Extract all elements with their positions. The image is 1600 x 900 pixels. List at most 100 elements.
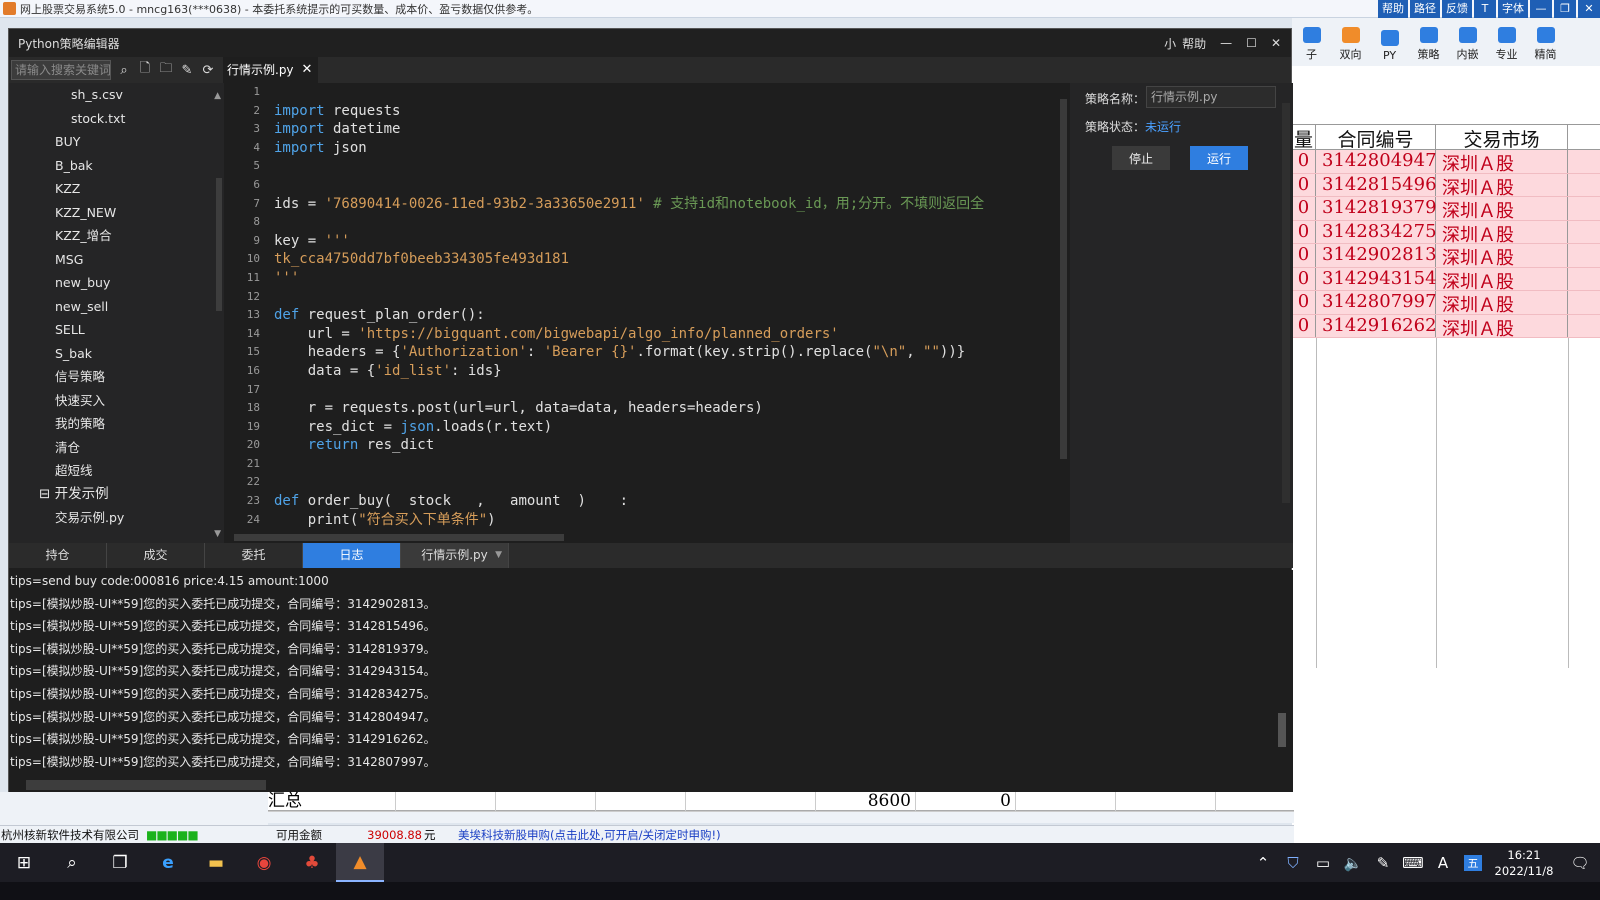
volume-icon[interactable]: 🔈 [1338, 854, 1368, 872]
folder-icon[interactable]: 🗀 [158, 61, 174, 78]
tree-item[interactable]: new_buy [9, 271, 224, 295]
tree-scrollbar[interactable] [216, 178, 222, 311]
toolbar-item-6[interactable]: 精简 [1526, 18, 1565, 66]
tree-item[interactable]: 我的策略 [9, 412, 224, 436]
run-button[interactable]: 运行 [1190, 146, 1248, 170]
code-text[interactable]: import requests import datetime import jso… [274, 83, 1056, 529]
log-output[interactable]: tips=send buy code:000816 price:4.15 amo… [9, 570, 1293, 792]
editor-maximize-icon[interactable]: ☐ [1246, 36, 1257, 50]
tree-item[interactable]: 超短线 [9, 459, 224, 483]
toolbar-item-1[interactable]: 双向 [1331, 18, 1370, 66]
network-icon[interactable]: ▭ [1308, 854, 1338, 872]
tree-item[interactable]: 清仓 [9, 436, 224, 460]
tab-log[interactable]: 日志 [303, 543, 401, 568]
log-vertical-scrollbar[interactable] [1277, 573, 1287, 778]
shield-icon[interactable]: ⛉ [1278, 854, 1308, 872]
toolbar-item-5[interactable]: 专业 [1487, 18, 1526, 66]
minimize-button[interactable]: — [1530, 0, 1552, 18]
tab-positions[interactable]: 持仓 [9, 543, 107, 568]
refresh-icon[interactable]: ⟳ [200, 62, 216, 78]
table-row[interactable]: 0 3142807997 深圳Ａ股 [1292, 291, 1600, 316]
table-row[interactable]: 0 3142902813 深圳Ａ股 [1292, 244, 1600, 269]
tree-item[interactable]: sh_s.csv [9, 83, 224, 107]
start-icon[interactable]: ⊞ [0, 843, 48, 882]
tree-item[interactable]: B_bak [9, 154, 224, 178]
tree-item[interactable]: 信号策略 [9, 365, 224, 389]
tree-item[interactable]: ⊟ 开发示例 [9, 483, 224, 507]
code-editor[interactable]: 1 2 3 4 5 6 7 8 9 10 11 12 13 14 15 16 17 18 19 20 21 22 23 24 … [224, 83, 1070, 543]
toolbar-item-2[interactable]: PY [1370, 18, 1409, 66]
clock[interactable]: 16:21 2022/11/8 [1488, 847, 1560, 879]
tree-item[interactable]: KZZ_增合 [9, 224, 224, 248]
keyboard-icon[interactable]: ⌨ [1398, 854, 1428, 872]
column-header-qty[interactable]: 量 [1292, 125, 1316, 151]
table-row[interactable]: 0 3142916262 深圳Ａ股 [1292, 314, 1600, 340]
pin-button[interactable]: T [1474, 0, 1496, 18]
code-horizontal-scrollbar[interactable] [224, 532, 1044, 543]
toolbar-item-4[interactable]: 内嵌 [1448, 18, 1487, 66]
trading-app-icon[interactable]: ♣ [288, 843, 336, 882]
pen-icon[interactable]: ✎ [1368, 854, 1398, 872]
search-taskbar-icon[interactable]: ⌕ [48, 843, 96, 882]
table-row[interactable]: 0 3142804947 深圳Ａ股 [1292, 150, 1600, 175]
close-button[interactable]: ✕ [1578, 0, 1600, 18]
toolbar-item-icon [1302, 27, 1321, 43]
tree-item[interactable]: SELL [9, 318, 224, 342]
file-dropdown[interactable]: 行情示例.py ▼ [401, 543, 509, 568]
table-row[interactable]: 0 3142815496 深圳Ａ股 [1292, 173, 1600, 199]
code-token: ''' [274, 269, 300, 286]
table-row[interactable]: 0 3142834275 深圳Ａ股 [1292, 220, 1600, 246]
editor-help-button[interactable]: 帮助 [1182, 35, 1206, 52]
strategy-name-field[interactable]: 行情示例.py [1146, 86, 1276, 108]
code-vertical-scrollbar[interactable] [1058, 83, 1068, 543]
tab-orders[interactable]: 委托 [205, 543, 303, 568]
path-button[interactable]: 路径 [1410, 0, 1440, 18]
small-button[interactable]: 小 [1164, 35, 1176, 52]
tree-item[interactable]: KZZ [9, 177, 224, 201]
strategy-scrollbar[interactable] [1281, 83, 1291, 543]
restore-button[interactable]: ❐ [1554, 0, 1576, 18]
file-explorer-icon[interactable]: ▬ [192, 843, 240, 882]
stock-trading-icon[interactable]: ▲ [336, 843, 384, 882]
tree-scroll-up-icon[interactable]: ▲ [214, 91, 221, 101]
chrome-icon[interactable]: ◉ [240, 843, 288, 882]
ipo-notice-link[interactable]: 美埃科技新股申购(点击此处,可开启/关闭定时申购!) [458, 827, 721, 843]
tree-item[interactable]: stock.txt [9, 107, 224, 131]
table-row[interactable]: 0 3142943154 深圳Ａ股 [1292, 267, 1600, 293]
tree-item[interactable]: BUY [9, 130, 224, 154]
ime-mode[interactable]: A [1428, 854, 1458, 872]
new-file-icon[interactable]: 🗋 [137, 61, 153, 78]
code-token: , [906, 344, 924, 361]
stop-button[interactable]: 停止 [1112, 146, 1170, 170]
tree-item[interactable]: MSG [9, 248, 224, 272]
toolbar-item-3[interactable]: 策略 [1409, 18, 1448, 66]
chevron-up-icon[interactable]: ⌃ [1248, 854, 1278, 872]
log-horizontal-scrollbar[interactable] [9, 777, 1279, 791]
editor-close-icon[interactable]: ✕ [1271, 36, 1281, 50]
tree-item[interactable]: new_sell [9, 295, 224, 319]
summary-horizontal-scrollbar[interactable] [268, 811, 1294, 823]
column-header-market[interactable]: 交易市场 [1436, 125, 1568, 151]
tree-scroll-down-icon[interactable]: ▼ [214, 529, 221, 539]
ime-indicator[interactable]: 五 [1464, 854, 1482, 871]
tree-item[interactable]: 快速买入 [9, 389, 224, 413]
toolbar-item-0[interactable]: 子 [1292, 18, 1331, 66]
search-icon[interactable]: ⌕ [116, 62, 132, 78]
close-tab-icon[interactable]: ✕ [302, 57, 313, 83]
file-tab[interactable]: 行情示例.py ✕ [223, 57, 319, 83]
search-input[interactable] [11, 60, 111, 80]
tab-trades[interactable]: 成交 [107, 543, 205, 568]
ie-browser-icon[interactable]: e [144, 843, 192, 882]
font-button[interactable]: 字体 [1498, 0, 1528, 18]
notification-icon[interactable]: 🗨 [1560, 854, 1600, 872]
tree-item[interactable]: KZZ_NEW [9, 201, 224, 225]
column-header-contract[interactable]: 合同编号 [1316, 125, 1436, 151]
tree-item[interactable]: 交易示例.py [9, 506, 224, 530]
feedback-button[interactable]: 反馈 [1442, 0, 1472, 18]
table-row[interactable]: 0 3142819379 深圳Ａ股 [1292, 197, 1600, 222]
editor-minimize-icon[interactable]: — [1220, 36, 1232, 50]
tree-item[interactable]: S_bak [9, 342, 224, 366]
edit-icon[interactable]: ✎ [179, 62, 195, 78]
help-button[interactable]: 帮助 [1378, 0, 1408, 18]
task-view-icon[interactable]: ❐ [96, 843, 144, 882]
